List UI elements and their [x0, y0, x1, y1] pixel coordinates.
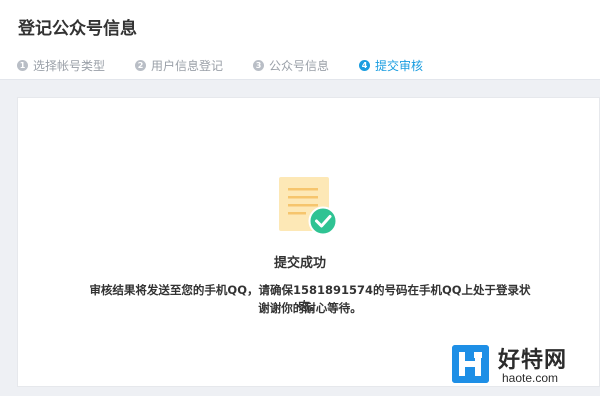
step-number: 1: [17, 60, 28, 71]
watermark-text-cn: 好特网: [498, 348, 568, 373]
step-select-account-type[interactable]: 1 选择帐号类型: [17, 57, 105, 74]
watermark: 好特网 haote.com: [452, 342, 592, 388]
step-user-info[interactable]: 2 用户信息登记: [135, 57, 223, 74]
step-submit-review[interactable]: 4 提交审核: [359, 57, 423, 74]
page-title: 登记公众号信息: [18, 19, 137, 39]
step-number: 4: [359, 60, 371, 71]
step-number: 2: [135, 60, 147, 71]
step-label: 用户信息登记: [151, 59, 224, 73]
watermark-text-en: haote.com: [502, 371, 559, 385]
step-label: 提交审核: [375, 59, 424, 73]
thanks-message: 谢谢你的耐心等待。: [258, 301, 362, 315]
watermark-logo-icon: [452, 345, 489, 383]
page-header: 登记公众号信息 1 选择帐号类型 2 用户信息登记 3 公众号信息 4 提交审核: [0, 0, 600, 80]
document-check-icon: [279, 177, 337, 235]
step-account-info[interactable]: 3 公众号信息: [253, 57, 329, 74]
step-number: 3: [253, 60, 265, 71]
success-title: 提交成功: [273, 256, 326, 271]
step-indicator: 1 选择帐号类型 2 用户信息登记 3 公众号信息 4 提交审核: [17, 57, 453, 74]
step-label: 公众号信息: [269, 59, 330, 73]
step-label: 选择帐号类型: [33, 59, 106, 73]
